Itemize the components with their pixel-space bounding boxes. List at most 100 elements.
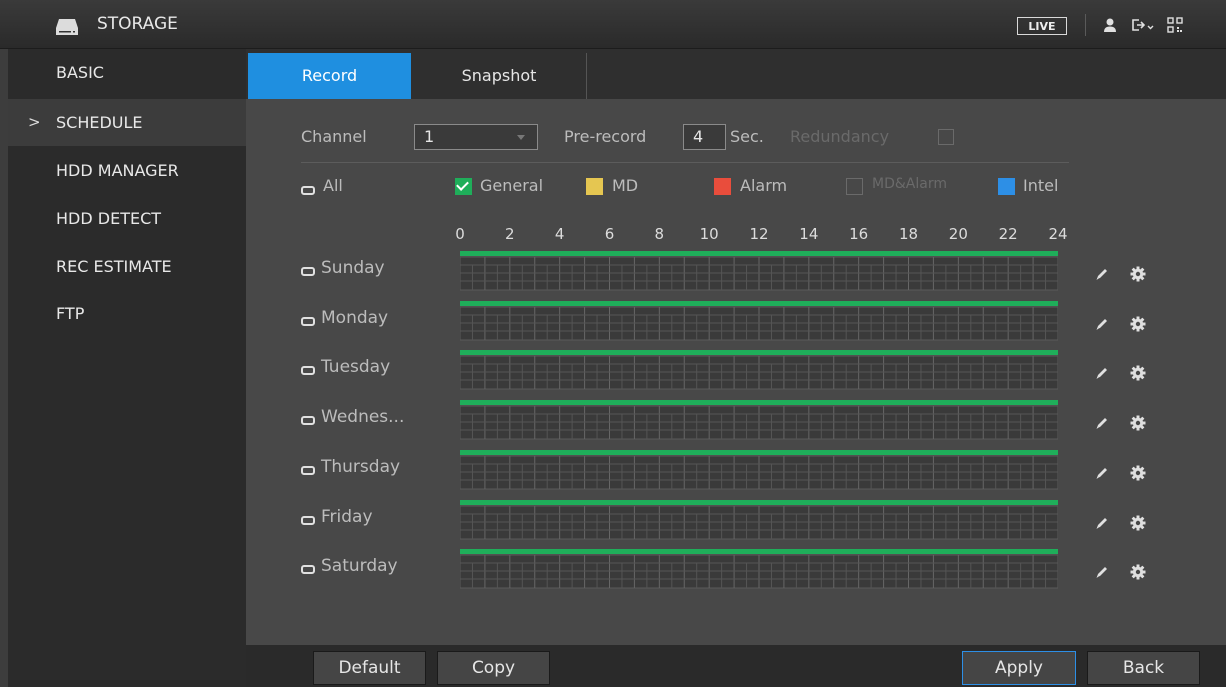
- pencil-icon[interactable]: [1094, 515, 1110, 531]
- general-record-segment: [460, 500, 1058, 505]
- day-label: Saturday: [321, 556, 398, 576]
- copy-button[interactable]: Copy: [437, 651, 550, 685]
- gear-icon[interactable]: [1130, 415, 1146, 431]
- hour-label: 14: [799, 225, 819, 243]
- schedule-timeline[interactable]: [460, 301, 1058, 341]
- sidebar-item-hdd-manager[interactable]: HDD MANAGER: [8, 147, 246, 194]
- pencil-icon[interactable]: [1094, 316, 1110, 332]
- storage-icon: [56, 19, 78, 35]
- sidebar-item-rec-estimate[interactable]: REC ESTIMATE: [8, 243, 246, 290]
- sidebar-item-label: REC ESTIMATE: [56, 257, 172, 276]
- general-record-segment: [460, 450, 1058, 455]
- sidebar: BASIC > SCHEDULE HDD MANAGER HDD DETECT R…: [8, 49, 246, 687]
- day-select-icon[interactable]: [301, 317, 315, 326]
- pencil-icon[interactable]: [1094, 415, 1110, 431]
- pencil-icon[interactable]: [1094, 365, 1110, 381]
- day-select-icon[interactable]: [301, 516, 315, 525]
- logout-icon[interactable]: [1131, 17, 1155, 33]
- hour-label: 18: [898, 225, 919, 243]
- channel-select[interactable]: 1: [414, 124, 538, 150]
- tab-bar: Record Snapshot: [246, 49, 1226, 99]
- pencil-icon[interactable]: [1094, 564, 1110, 580]
- sidebar-item-hdd-detect[interactable]: HDD DETECT: [8, 195, 246, 242]
- alarm-checkbox[interactable]: [714, 178, 731, 195]
- sidebar-item-label: BASIC: [56, 63, 104, 82]
- day-select-icon[interactable]: [301, 466, 315, 475]
- prerecord-value: 4: [693, 127, 704, 146]
- day-select-icon[interactable]: [301, 267, 315, 276]
- main-content: Record Snapshot Channel 1 Pre-record 4 S…: [246, 49, 1226, 687]
- hour-label: 10: [699, 225, 719, 243]
- schedule-timeline[interactable]: [460, 400, 1058, 440]
- sidebar-item-label: FTP: [56, 304, 85, 323]
- hour-label: 20: [948, 225, 968, 243]
- general-record-segment: [460, 400, 1058, 405]
- storage-app: STORAGE LIVE BASIC > SCHEDULE HDD MANAGER…: [0, 0, 1226, 687]
- sidebar-item-label: HDD DETECT: [56, 209, 162, 228]
- tab-snapshot[interactable]: Snapshot: [412, 53, 586, 99]
- gear-icon[interactable]: [1130, 465, 1146, 481]
- md-checkbox[interactable]: [586, 178, 603, 195]
- sidebar-item-label: SCHEDULE: [56, 113, 143, 132]
- mdalarm-checkbox[interactable]: [846, 178, 863, 195]
- hour-label: 8: [654, 225, 665, 243]
- day-select-icon[interactable]: [301, 565, 315, 574]
- prerecord-label: Pre-record: [564, 127, 647, 146]
- hour-label: 22: [998, 225, 1018, 243]
- default-button[interactable]: Default: [313, 651, 426, 685]
- redundancy-label: Redundancy: [790, 127, 890, 146]
- schedule-timeline[interactable]: [460, 350, 1058, 390]
- redundancy-checkbox[interactable]: [938, 129, 954, 145]
- pencil-icon[interactable]: [1094, 465, 1110, 481]
- gear-icon[interactable]: [1130, 515, 1146, 531]
- prerecord-input[interactable]: 4: [683, 124, 726, 150]
- hour-label: 16: [849, 225, 869, 243]
- gear-icon[interactable]: [1130, 266, 1146, 282]
- hour-label: 4: [554, 225, 565, 243]
- schedule-timeline[interactable]: [460, 549, 1058, 589]
- intel-checkbox[interactable]: [998, 178, 1015, 195]
- day-label: Thursday: [321, 457, 401, 477]
- live-button[interactable]: LIVE: [1017, 17, 1067, 35]
- tab-divider: [586, 53, 587, 99]
- sidebar-item-ftp[interactable]: FTP: [8, 290, 246, 337]
- legend-md: MD: [612, 176, 639, 195]
- schedule-timeline[interactable]: [460, 450, 1058, 490]
- schedule-timeline[interactable]: [460, 251, 1058, 291]
- day-label: Friday: [321, 507, 373, 527]
- qr-code-icon[interactable]: [1167, 17, 1183, 33]
- schedule-timeline[interactable]: [460, 500, 1058, 540]
- day-label: Sunday: [321, 258, 385, 278]
- top-divider: [1085, 14, 1086, 36]
- day-select-icon[interactable]: [301, 366, 315, 375]
- back-button[interactable]: Back: [1087, 651, 1200, 685]
- prerecord-unit: Sec.: [730, 127, 764, 146]
- general-checkbox[interactable]: [455, 178, 472, 195]
- general-record-segment: [460, 301, 1058, 306]
- sidebar-item-label: HDD MANAGER: [56, 161, 179, 180]
- day-label: Tuesday: [321, 357, 391, 377]
- channel-value: 1: [424, 127, 435, 146]
- sidebar-item-schedule[interactable]: > SCHEDULE: [8, 99, 246, 146]
- pencil-icon[interactable]: [1094, 266, 1110, 282]
- general-record-segment: [460, 251, 1058, 256]
- active-marker: >: [28, 113, 41, 131]
- sidebar-item-basic[interactable]: BASIC: [8, 49, 246, 96]
- gear-icon[interactable]: [1130, 316, 1146, 332]
- all-select-icon[interactable]: [301, 186, 315, 195]
- general-record-segment: [460, 350, 1058, 355]
- top-bar: STORAGE LIVE: [0, 0, 1226, 49]
- user-icon[interactable]: [1103, 17, 1117, 33]
- all-label: All: [323, 176, 343, 195]
- day-label: Wednes...: [321, 407, 405, 427]
- day-label: Monday: [321, 308, 389, 328]
- legend-intel: Intel: [1023, 176, 1059, 195]
- gear-icon[interactable]: [1130, 365, 1146, 381]
- apply-button[interactable]: Apply: [962, 651, 1076, 685]
- general-record-segment: [460, 549, 1058, 554]
- legend-mdalarm: MD&Alarm: [872, 176, 947, 192]
- tab-record[interactable]: Record: [248, 53, 411, 99]
- day-select-icon[interactable]: [301, 416, 315, 425]
- hour-label: 0: [455, 225, 465, 243]
- gear-icon[interactable]: [1130, 564, 1146, 580]
